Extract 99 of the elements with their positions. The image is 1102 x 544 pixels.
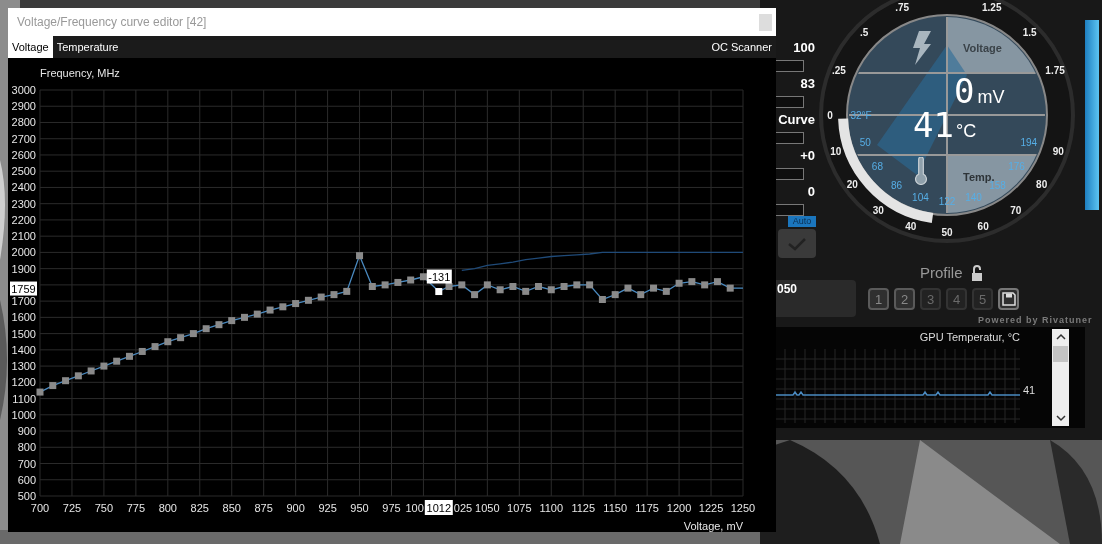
- axis-tick-label: 2600: [11, 148, 36, 161]
- scale-label: 50: [859, 136, 871, 148]
- axis-tick-label: 775: [126, 502, 146, 514]
- axis-tick-label: 1200: [11, 376, 36, 389]
- axis-tick-label: 2700: [11, 132, 36, 145]
- axis-tick-label: 750: [94, 502, 114, 514]
- axis-tick-label: 1050: [475, 502, 500, 514]
- axis-tick-label: 3000: [11, 84, 36, 96]
- axis-tick-label: 100: [405, 502, 424, 514]
- scale-label: 1.25: [982, 1, 1002, 13]
- graph-title: GPU Temperatur, °C: [919, 331, 1020, 343]
- cursor-frequency-label: 1759: [10, 281, 37, 296]
- axis-tick-label: 1500: [11, 327, 36, 340]
- axis-tick-label: 700: [17, 457, 36, 470]
- scale-label: .5: [860, 26, 869, 38]
- axis-tick-label: 1125: [571, 502, 596, 514]
- voltage-unit: mV: [977, 87, 1005, 108]
- scale-label: 1.5: [1022, 26, 1037, 38]
- scale-label: 194: [1020, 136, 1038, 148]
- scale-label: 68: [871, 160, 883, 172]
- profile-button[interactable]: 1: [868, 288, 889, 310]
- scale-label: 140: [965, 191, 982, 203]
- axis-tick-label: 1250: [730, 502, 756, 514]
- auto-toggle[interactable]: Auto: [788, 216, 816, 227]
- slider-value: Curve: [777, 112, 815, 128]
- axis-tick-label: 2100: [11, 230, 36, 243]
- axis-tick-label: 600: [17, 473, 36, 486]
- axis-tick-label: 025: [453, 502, 473, 514]
- axis-tick-label: 500: [17, 490, 36, 502]
- scale-label: 40: [905, 220, 917, 232]
- axis-tick-label: 2200: [11, 213, 36, 226]
- scale-label: 70: [1010, 204, 1022, 216]
- axis-tick-label: 1300: [11, 360, 36, 373]
- axis-tick-label: 975: [382, 502, 401, 514]
- axis-tick-label: 875: [254, 502, 273, 514]
- credit-text: Powered by Rivatuner: [978, 315, 1093, 325]
- scale-label: 86: [890, 179, 902, 191]
- temperature-value: 41: [913, 107, 954, 143]
- axis-tick-label: 725: [62, 502, 82, 514]
- slider-value: +0: [799, 148, 815, 164]
- axis-title: Frequency, MHz: [40, 67, 120, 79]
- axis-title: Voltage, mV: [683, 520, 743, 532]
- slider-value: 100: [792, 40, 815, 56]
- axis-tick-label: 1700: [11, 295, 36, 308]
- scale-label: 80: [1036, 178, 1048, 190]
- axis-tick-label: 925: [318, 502, 337, 514]
- slider-value: 0: [806, 184, 815, 200]
- axis-tick-label: 1100: [539, 502, 564, 514]
- profile-label: Profile: [920, 264, 963, 281]
- temperature-unit: °C: [955, 121, 977, 142]
- axis-tick-label: 1200: [666, 502, 692, 514]
- voltage-value: 0: [954, 73, 975, 109]
- axis-tick-label: 2500: [11, 165, 36, 178]
- scale-label: 10: [830, 145, 842, 157]
- window-title: Voltage/Frequency curve editor [42]: [17, 15, 208, 29]
- cursor-voltage-label: 1012: [424, 500, 453, 515]
- tab[interactable]: Voltage: [8, 36, 53, 58]
- scale-label: 0: [827, 109, 833, 121]
- axis-tick-label: 2800: [11, 116, 36, 129]
- scale-label: 104: [912, 191, 929, 203]
- axis-tick-label: 700: [30, 502, 50, 514]
- graph-value: 41: [1023, 384, 1036, 396]
- temperature-label: Temp.: [963, 171, 995, 183]
- axis-tick-label: 1900: [11, 262, 36, 275]
- scale-label: 90: [1052, 145, 1064, 157]
- scale-label: 50: [941, 226, 953, 238]
- axis-tick-label: 1600: [11, 311, 36, 324]
- axis-tick-label: 800: [158, 502, 177, 514]
- tab[interactable]: OC Scanner: [707, 36, 776, 58]
- point-label: -131: [426, 269, 452, 284]
- voltage-label: Voltage: [963, 42, 1002, 54]
- scale-label: 30: [872, 204, 884, 216]
- scale-label: 60: [977, 220, 989, 232]
- axis-tick-label: 2000: [11, 246, 36, 259]
- scale-label: 176: [1008, 160, 1025, 172]
- axis-tick-label: 1225: [698, 502, 724, 514]
- axis-tick-label: 1175: [635, 502, 659, 514]
- scale-label: 1.75: [1045, 64, 1065, 76]
- axis-tick-label: 1075: [507, 502, 532, 514]
- scale-label: 20: [846, 178, 858, 190]
- axis-tick-label: 800: [17, 441, 36, 454]
- axis-tick-label: 900: [17, 425, 36, 438]
- axis-tick-label: 1150: [603, 502, 627, 514]
- scale-label: .75: [895, 1, 910, 13]
- tab[interactable]: Temperature: [52, 36, 123, 58]
- axis-tick-label: 2900: [11, 100, 36, 113]
- slider-value: 83: [799, 76, 815, 92]
- profile-button[interactable]: 2: [894, 288, 915, 310]
- axis-tick-label: 950: [350, 502, 369, 514]
- axis-tick-label: 2300: [11, 197, 36, 210]
- scale-label: .25: [831, 64, 846, 76]
- axis-tick-label: 825: [190, 502, 209, 514]
- gpu-field[interactable]: 050: [775, 280, 856, 317]
- axis-tick-label: 1400: [11, 343, 36, 356]
- axis-tick-label: 2400: [11, 181, 36, 194]
- axis-tick-label: 1100: [12, 392, 36, 405]
- axis-tick-label: 1000: [11, 408, 36, 421]
- axis-tick-label: 900: [286, 502, 305, 514]
- axis-tick-label: 850: [222, 502, 241, 514]
